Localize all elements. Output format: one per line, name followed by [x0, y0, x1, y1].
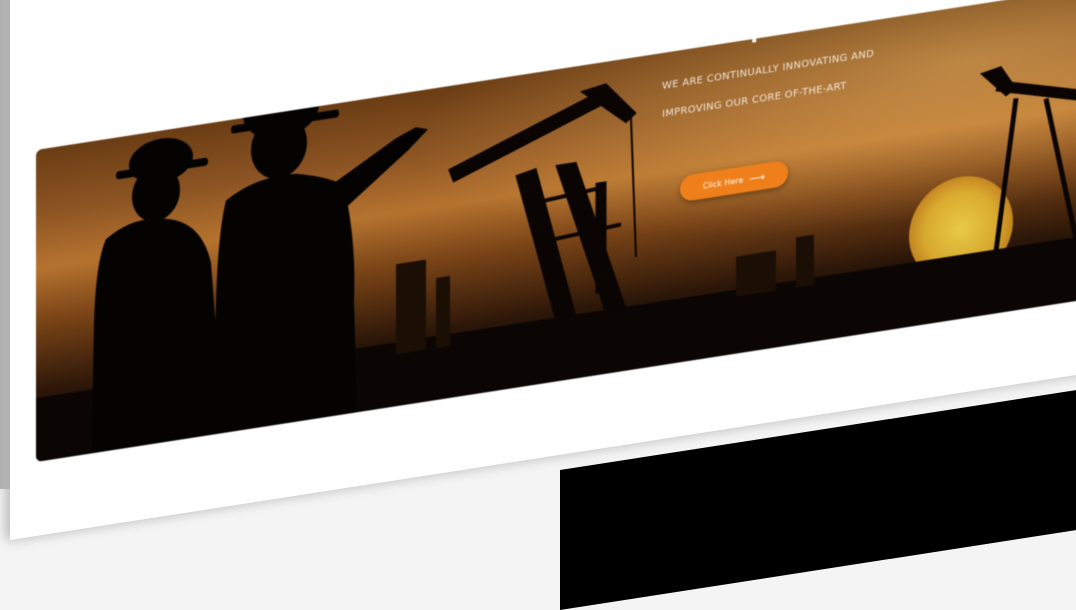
pumpjack-silhouette — [448, 83, 637, 323]
arrow-right-icon: ⟶ — [749, 169, 766, 186]
cta-label: Click Here — [702, 174, 744, 191]
worker-silhouette-left — [91, 138, 226, 463]
